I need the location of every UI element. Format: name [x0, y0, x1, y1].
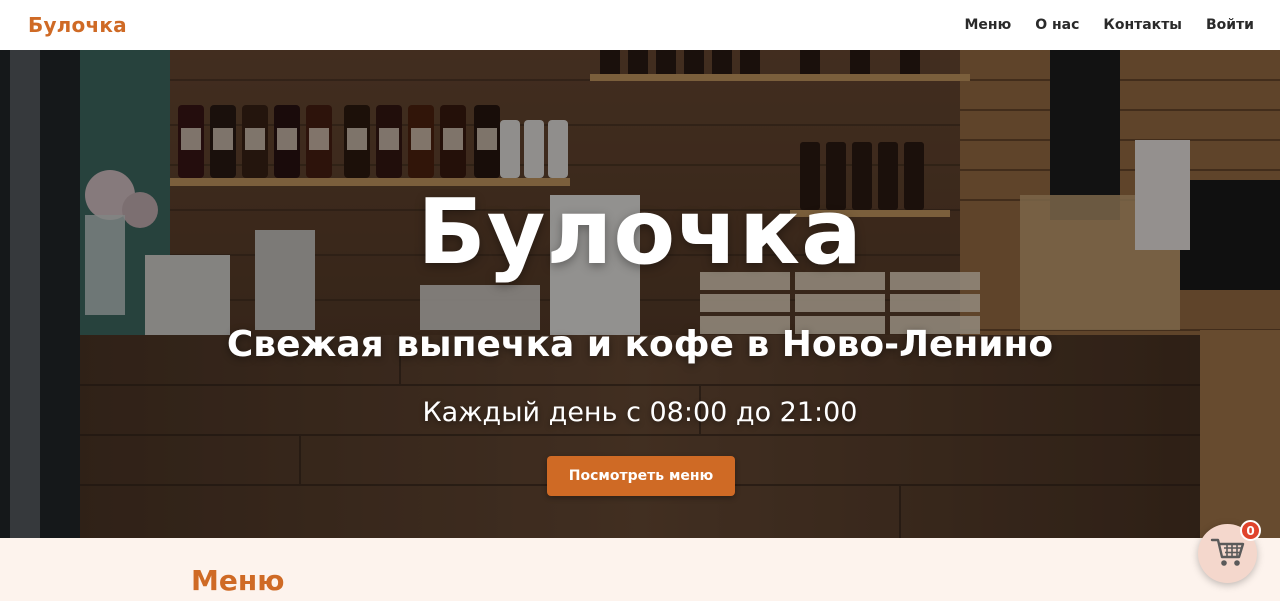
main-nav: Меню О нас Контакты Войти: [964, 17, 1254, 33]
hero-section: Булочка Свежая выпечка и кофе в Ново-Лен…: [0, 50, 1280, 538]
view-menu-button[interactable]: Посмотреть меню: [547, 456, 735, 496]
cart-count-badge: 0: [1240, 520, 1261, 541]
hero-hours: Каждый день с 08:00 до 21:00: [422, 397, 858, 428]
hero-title: Булочка: [417, 180, 863, 285]
menu-section: Меню: [0, 538, 1280, 601]
shopping-cart-icon: [1210, 535, 1246, 573]
nav-item-login[interactable]: Войти: [1206, 17, 1254, 33]
hero-subtitle: Свежая выпечка и кофе в Ново-Ленино: [226, 324, 1054, 365]
nav-item-menu[interactable]: Меню: [964, 17, 1011, 33]
hero-content: Булочка Свежая выпечка и кофе в Ново-Лен…: [0, 50, 1280, 538]
nav-item-contacts[interactable]: Контакты: [1103, 17, 1182, 33]
menu-heading: Меню: [191, 564, 285, 597]
site-header: Булочка Меню О нас Контакты Войти: [0, 0, 1280, 50]
nav-item-about[interactable]: О нас: [1035, 17, 1079, 33]
site-logo[interactable]: Булочка: [28, 13, 127, 37]
